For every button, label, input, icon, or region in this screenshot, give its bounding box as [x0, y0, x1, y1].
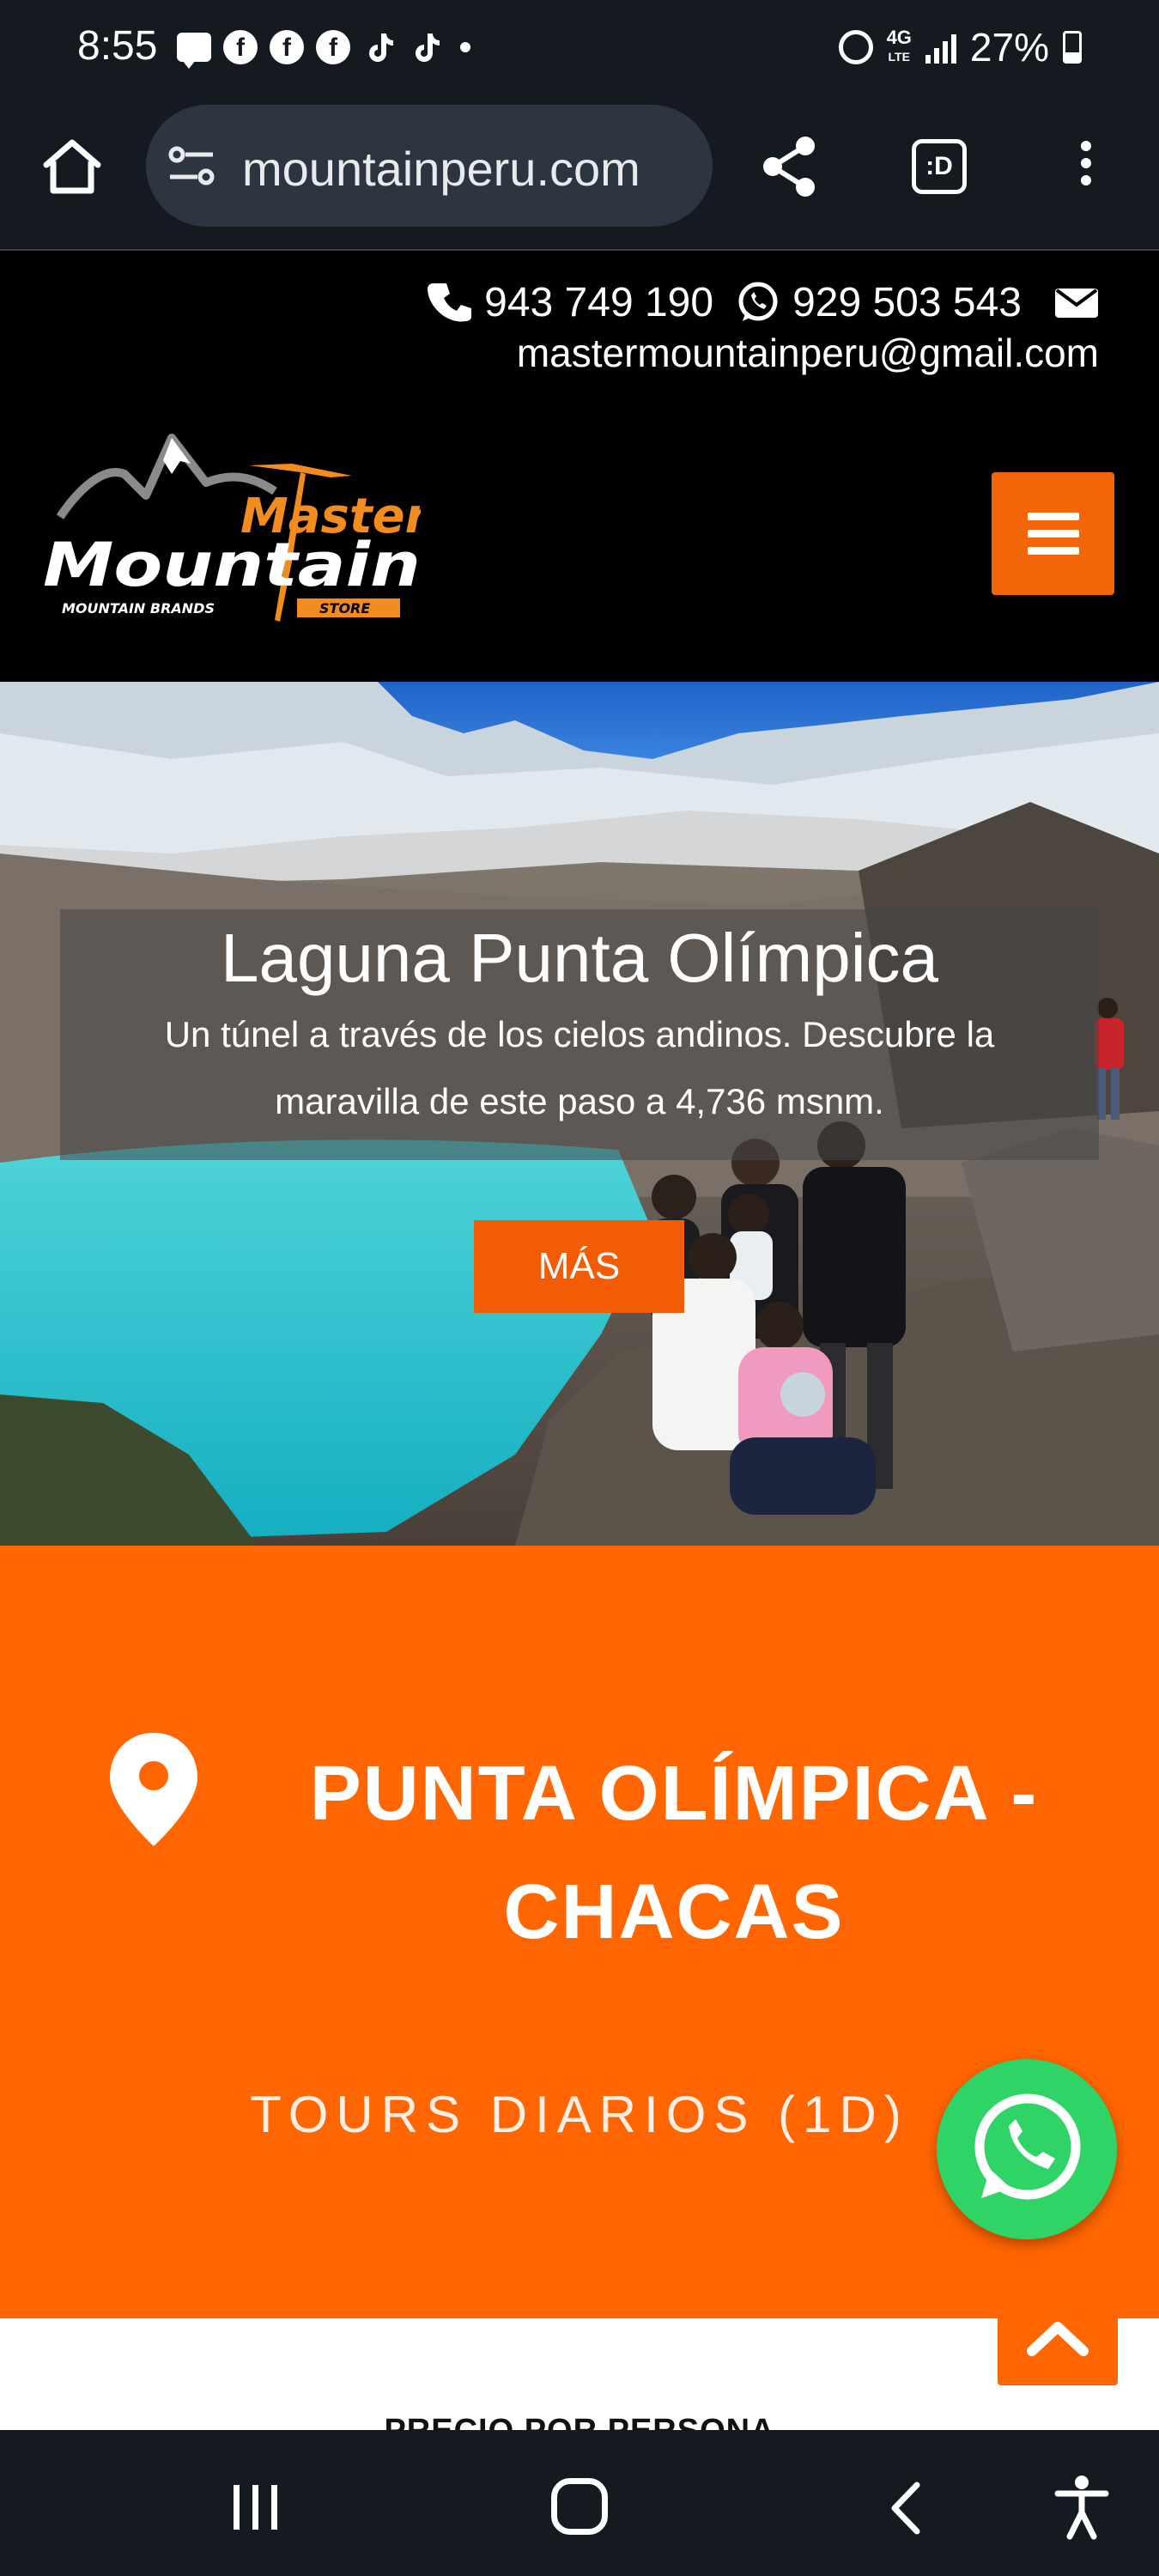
address-bar[interactable]: mountainperu.com: [146, 105, 713, 227]
tabs-button[interactable]: :D: [912, 139, 967, 194]
facebook-icon: f: [316, 30, 350, 64]
browser-toolbar: mountainperu.com :D: [0, 96, 1159, 251]
email-icon: [1055, 289, 1098, 318]
accessibility-icon[interactable]: [1054, 2475, 1109, 2540]
notification-icons: f f f: [177, 29, 470, 69]
battery-icon: [1063, 31, 1082, 64]
dot-icon: [460, 42, 470, 52]
url-text[interactable]: mountainperu.com: [242, 141, 640, 197]
whatsapp-chat-button[interactable]: [937, 2059, 1117, 2239]
tiktok-icon: [369, 33, 393, 62]
hamburger-menu-button[interactable]: [992, 472, 1114, 595]
hero-title: Laguna Punta Olímpica: [220, 920, 939, 996]
facebook-icon: f: [270, 30, 304, 64]
logo-tagline: MOUNTAIN BRANDS: [62, 600, 215, 617]
home-icon[interactable]: [38, 132, 106, 201]
system-icons: 4G LTE 27%: [838, 24, 1082, 70]
signal-icon: [925, 31, 956, 64]
email-address[interactable]: mastermountainperu@gmail.com: [517, 330, 1099, 376]
more-menu-icon[interactable]: [1065, 134, 1107, 199]
chevron-up-icon: [1027, 2322, 1089, 2356]
logo-line2: Mountain: [43, 530, 421, 600]
system-navigation-bar: [0, 2430, 1159, 2576]
alarm-icon: [838, 30, 873, 64]
site-settings-icon[interactable]: [167, 144, 218, 187]
site-header: 943 749 190 929 503 543 mastermountainpe…: [0, 252, 1159, 682]
facebook-icon: f: [223, 30, 258, 64]
network-icon: 4G LTE: [886, 27, 912, 64]
location-pin-icon: [110, 1733, 197, 1846]
phone-number[interactable]: 943 749 190: [484, 279, 713, 326]
battery-percent: 27%: [969, 25, 1049, 70]
master-mountain-logo[interactable]: Master Mountain MOUNTAIN BRANDS STORE: [43, 422, 421, 637]
share-icon[interactable]: [755, 132, 824, 201]
tiktok-icon: [416, 33, 440, 62]
whatsapp-icon: [738, 282, 778, 321]
hero-subtitle: Un túnel a través de los cielos andinos.…: [164, 1014, 995, 1121]
status-bar: 8:55 f f f 4G LTE 27%: [0, 0, 1159, 96]
more-button[interactable]: MÁS: [474, 1220, 684, 1313]
price-section: PRECIO POR PERSONA: [0, 2318, 1159, 2449]
whatsapp-number[interactable]: 929 503 543: [792, 279, 1022, 326]
phone-icon: [428, 283, 472, 322]
back-icon[interactable]: [884, 2480, 927, 2537]
recent-apps-icon[interactable]: [230, 2483, 282, 2531]
whatsapp-icon: [974, 2093, 1081, 2200]
home-nav-icon[interactable]: [551, 2478, 608, 2535]
contact-row: 943 749 190 929 503 543: [426, 278, 1101, 326]
tour-title: PUNTA OLÍMPICA - CHACAS: [309, 1751, 1039, 1955]
status-time: 8:55: [77, 23, 158, 69]
logo-badge: STORE: [319, 600, 370, 617]
scroll-to-top-button[interactable]: [998, 2301, 1118, 2385]
message-icon: [177, 33, 211, 69]
hero-slide: Laguna Punta Olímpica Un túnel a través …: [0, 682, 1159, 1546]
